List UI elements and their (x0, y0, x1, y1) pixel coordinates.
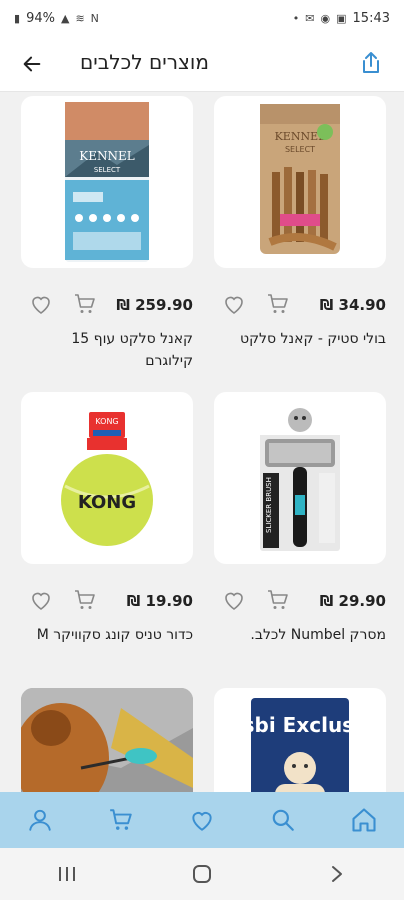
product-price: 34.90 ₪ (319, 296, 386, 314)
bottom-nav (0, 792, 404, 848)
product-image[interactable]: KENNEL SELECT (214, 96, 386, 268)
share-button[interactable] (356, 48, 386, 78)
price-row: 34.90 ₪ (214, 290, 386, 322)
heart-icon[interactable] (29, 588, 53, 612)
svg-text:KONG: KONG (95, 417, 118, 426)
recent-apps-icon (59, 867, 76, 881)
heart-icon[interactable] (222, 292, 246, 316)
system-nav (0, 848, 404, 900)
kanel-select-bag-image: KENNEL SELECT (65, 101, 149, 262)
nav-search[interactable] (263, 800, 303, 840)
back-button[interactable] (18, 50, 46, 78)
product-card[interactable]: Gosbi Exclusive (214, 688, 386, 792)
wifi-icon: ≋ (75, 11, 85, 25)
product-name[interactable]: בולי סטיק - קאנל סלקט (214, 328, 386, 350)
calendar-icon: ▣ (336, 11, 347, 25)
cart-icon[interactable] (73, 292, 97, 316)
search-icon (272, 809, 294, 831)
gosbi-logo-text: Gosbi Exclusive (245, 713, 355, 737)
bully-stick-bag-image: KENNEL SELECT (260, 104, 340, 254)
product-card[interactable]: KENNEL SELECT 259.90 ₪ קאנל סלקט עוף 15 … (21, 96, 193, 372)
home-circle-icon (192, 865, 211, 883)
kong-tennis-ball-image: KONG KONG (61, 412, 153, 546)
svg-text:KONG: KONG (78, 492, 136, 513)
recent-apps-button[interactable] (47, 854, 87, 894)
clock: 15:43 (352, 10, 390, 26)
product-card[interactable] (21, 688, 193, 792)
chevron-right-icon (331, 866, 342, 882)
app-header: מוצרים לכלבים (0, 36, 404, 92)
product-image[interactable]: KENNEL SELECT (21, 96, 193, 268)
cart-icon (110, 809, 132, 830)
product-price: 19.90 ₪ (126, 592, 193, 610)
battery-icon: ▮ (14, 11, 21, 25)
status-left: ▮ 94% ▲ ≋ N (14, 11, 99, 26)
svg-text:SELECT: SELECT (94, 166, 121, 174)
nav-favorites[interactable] (182, 800, 222, 840)
price-row: 259.90 ₪ (21, 290, 193, 322)
svg-text:SLICKER BRUSH: SLICKER BRUSH (265, 477, 273, 533)
heart-icon (192, 812, 212, 831)
product-card[interactable]: KENNEL SELECT 34.90 ₪ בולי סטיק - קאנל ס… (214, 96, 386, 350)
product-card[interactable]: KONG KONG 19.90 ₪ כדור טניס קונג סקוויקר… (21, 392, 193, 646)
status-bar: ▮ 94% ▲ ≋ N • ✉ ◉ ▣ 15:43 (0, 0, 404, 36)
price-row: 29.90 ₪ (214, 586, 386, 618)
page-title: מוצרים לכלבים (80, 50, 209, 74)
user-icon (29, 809, 52, 831)
cart-icon[interactable] (73, 588, 97, 612)
dot-icon: • (292, 11, 300, 25)
back-system-button[interactable] (317, 854, 357, 894)
product-card[interactable]: SLICKER BRUSH 29.90 ₪ מסרק Numbel לכלב. (214, 392, 386, 646)
product-name[interactable]: כדור טניס קונג סקוויקר M (21, 624, 193, 646)
arrow-left-icon (23, 56, 41, 72)
product-name[interactable]: קאנל סלקט עוף 15 קילוגרם (21, 328, 193, 372)
signal-icon: ▲ (60, 11, 70, 25)
nav-profile[interactable] (20, 800, 60, 840)
cart-icon[interactable] (266, 588, 290, 612)
gosbi-bag-image: Gosbi Exclusive (245, 698, 355, 792)
nfc-icon: N (90, 11, 99, 25)
svg-text:SELECT: SELECT (285, 145, 315, 154)
product-price: 29.90 ₪ (319, 592, 386, 610)
product-image[interactable]: KONG KONG (21, 392, 193, 564)
home-button[interactable] (182, 854, 222, 894)
home-icon (352, 808, 376, 832)
product-image[interactable]: Gosbi Exclusive (214, 688, 386, 792)
nav-cart[interactable] (101, 800, 141, 840)
heart-icon[interactable] (29, 292, 53, 316)
product-image[interactable]: SLICKER BRUSH (214, 392, 386, 564)
share-icon (363, 52, 379, 73)
notification-icon: ◉ (320, 11, 331, 25)
status-right: • ✉ ◉ ▣ 15:43 (293, 11, 390, 26)
product-name[interactable]: מסרק Numbel לכלב. (214, 624, 386, 646)
heart-icon[interactable] (222, 588, 246, 612)
product-price: 259.90 ₪ (116, 296, 193, 314)
mail-icon: ✉ (305, 11, 315, 25)
product-image[interactable] (21, 688, 193, 792)
price-row: 19.90 ₪ (21, 586, 193, 618)
svg-text:KENNEL: KENNEL (79, 149, 134, 163)
cart-icon[interactable] (266, 292, 290, 316)
battery-level: 94% (26, 10, 55, 26)
product-grid: KENNEL SELECT 34.90 ₪ בולי סטיק - קאנל ס… (0, 92, 404, 792)
slicker-brush-image: SLICKER BRUSH (260, 405, 340, 551)
nav-home[interactable] (344, 800, 384, 840)
dog-toy-photo-image (21, 688, 193, 792)
